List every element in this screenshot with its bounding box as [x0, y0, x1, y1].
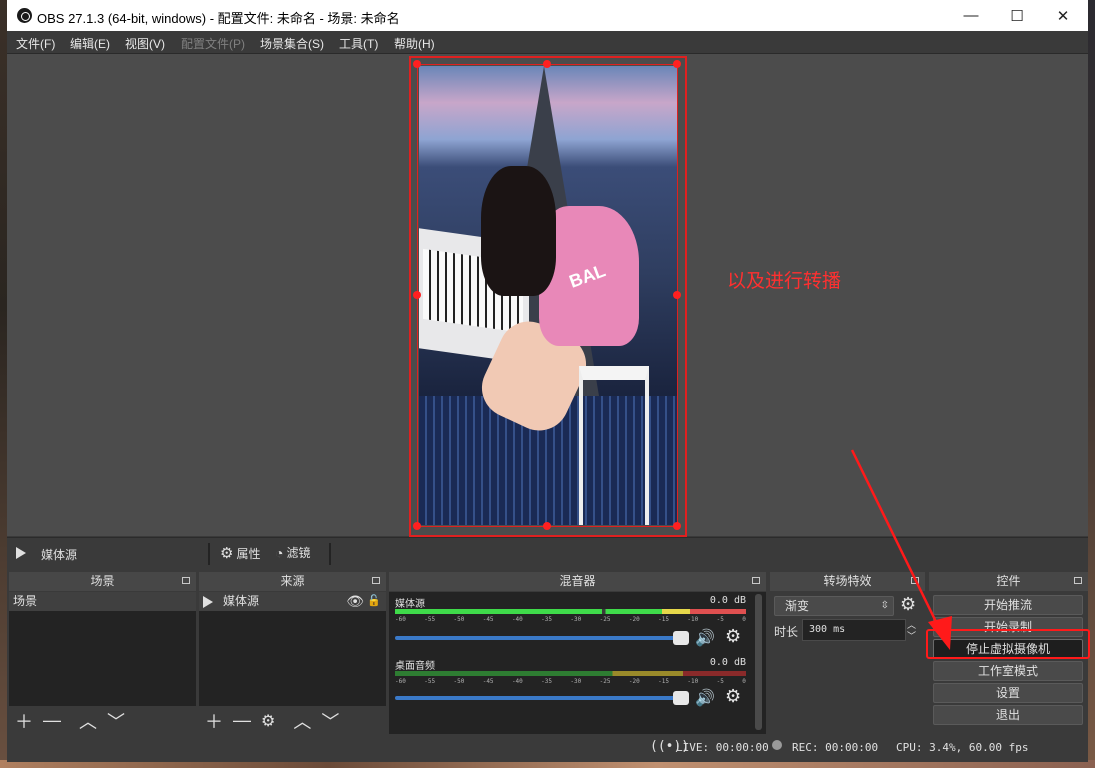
source-item[interactable]: 媒体源 👁 🔓 [199, 592, 386, 611]
duration-label: 时长 [774, 625, 799, 639]
volume-meter [395, 609, 746, 614]
obs-logo-icon [17, 8, 32, 23]
filter-icon: ◔ [275, 544, 284, 561]
undock-icon[interactable] [1074, 577, 1082, 584]
move-up-icon[interactable]: ︿ [293, 708, 311, 734]
mixer-list: 媒体源 0.0 dB -60 -55 -50 -45 -40 -35 -30 -25 -20 -1… [389, 592, 766, 734]
cpu-status: CPU: 3.4%, 60.00 fps [896, 741, 1029, 754]
lock-icon[interactable]: 🔓 [367, 592, 381, 611]
minimize-button[interactable]: — [948, 0, 994, 31]
record-dot-icon [772, 740, 782, 750]
resize-handle[interactable] [413, 60, 421, 68]
transition-selected: 渐变 [785, 599, 810, 613]
gear-icon: ⚙ [220, 545, 234, 562]
meter-ticks: -60 -55 -50 -45 -40 -35 -30 -25 -20 -15 -10 -5 0 [395, 678, 746, 685]
add-icon[interactable]: ＋ [205, 708, 223, 734]
annotation-arrow-icon [850, 449, 952, 650]
play-icon[interactable] [16, 547, 26, 559]
channel-level: 0.0 dB [709, 657, 746, 668]
remove-icon[interactable]: — [233, 710, 251, 731]
menu-tools[interactable]: 工具(T) [339, 35, 378, 52]
play-icon [203, 595, 213, 608]
close-button[interactable]: ✕ [1040, 0, 1086, 31]
window-title: OBS 27.1.3 (64-bit, windows) - 配置文件: 未命名… [37, 11, 400, 26]
resize-handle[interactable] [543, 60, 551, 68]
menu-view[interactable]: 视图(V) [125, 35, 165, 52]
resize-handle[interactable] [673, 60, 681, 68]
scenes-header: 场景 [9, 572, 196, 591]
gear-icon[interactable]: ⚙ [725, 626, 741, 647]
scenes-dock: 场景 场景 ＋ — ︿ ﹀ [9, 572, 196, 734]
mixer-title: 混音器 [559, 574, 596, 588]
undock-icon[interactable] [372, 577, 380, 584]
annotation-text: 以及进行转播 [727, 270, 842, 292]
status-bar: ((•)) LIVE: 00:00:00 REC: 00:00:00 CPU: … [7, 736, 1088, 760]
channel-name: 媒体源 [395, 599, 425, 610]
speaker-icon[interactable]: 🔊 [695, 628, 715, 648]
menu-edit[interactable]: 编辑(E) [70, 35, 110, 52]
mixer-dock: 混音器 媒体源 0.0 dB -60 -55 -50 -45 -40 -35 -30 -25-… [389, 572, 766, 734]
channel-name: 桌面音频 [395, 661, 435, 672]
speaker-icon[interactable]: 🔊 [695, 688, 715, 708]
scene-item[interactable]: 场景 [9, 592, 196, 611]
volume-slider[interactable] [395, 691, 689, 705]
add-icon[interactable]: ＋ [15, 708, 33, 734]
live-status: LIVE: 00:00:00 [676, 741, 769, 754]
toolbar-divider [329, 543, 331, 565]
move-up-icon[interactable]: ︿ [79, 708, 97, 734]
rec-status: REC: 00:00:00 [792, 741, 879, 754]
sources-footer: ＋ — ⚙ ︿ ﹀ [199, 707, 386, 734]
menu-profile[interactable]: 配置文件(P) [181, 35, 245, 52]
maximize-button[interactable]: ☐ [994, 0, 1040, 31]
volume-slider[interactable] [395, 631, 689, 645]
settings-button[interactable]: 设置 [933, 683, 1083, 703]
menu-file[interactable]: 文件(F) [16, 35, 55, 52]
menu-bar: 文件(F) 编辑(E) 视图(V) 配置文件(P) 场景集合(S) 工具(T) … [7, 31, 1088, 54]
menu-scene-collection[interactable]: 场景集合(S) [260, 35, 324, 52]
undock-icon[interactable] [182, 577, 190, 584]
studio-mode-button[interactable]: 工作室模式 [933, 661, 1083, 681]
slider-knob[interactable] [673, 691, 689, 705]
scenes-list: 场景 [9, 592, 196, 706]
mixer-header: 混音器 [389, 572, 766, 591]
exit-button[interactable]: 退出 [933, 705, 1083, 725]
resize-handle[interactable] [543, 522, 551, 530]
eye-icon[interactable]: 👁 [346, 592, 364, 611]
filters-button[interactable]: ◔ 滤镜 [275, 544, 310, 561]
resize-handle[interactable] [413, 522, 421, 530]
properties-button[interactable]: ⚙ 属性 [220, 544, 260, 562]
undock-icon[interactable] [752, 577, 760, 584]
menu-help[interactable]: 帮助(H) [394, 35, 435, 52]
volume-meter [395, 671, 746, 676]
scenes-footer: ＋ — ︿ ﹀ [9, 707, 196, 734]
mixer-channel: 媒体源 0.0 dB -60 -55 -50 -45 -40 -35 -30 -25 -20 -1… [393, 595, 748, 655]
resize-handle[interactable] [673, 522, 681, 530]
source-item-label: 媒体源 [223, 594, 260, 608]
mixer-scrollbar[interactable] [755, 594, 762, 730]
title-bar: OBS 27.1.3 (64-bit, windows) - 配置文件: 未命名… [7, 0, 1088, 31]
scenes-title: 场景 [90, 574, 115, 588]
source-selection-box[interactable] [417, 64, 678, 527]
channel-level: 0.0 dB [709, 595, 746, 606]
move-down-icon[interactable]: ﹀ [321, 708, 339, 734]
resize-handle[interactable] [413, 291, 421, 299]
selected-source-name: 媒体源 [41, 548, 78, 562]
slider-knob[interactable] [673, 631, 689, 645]
sources-title: 来源 [280, 574, 305, 588]
gear-icon[interactable]: ⚙ [261, 711, 275, 731]
gear-icon[interactable]: ⚙ [725, 686, 741, 707]
remove-icon[interactable]: — [43, 710, 61, 731]
sources-dock: 来源 媒体源 👁 🔓 ＋ — ⚙ ︿ ﹀ [199, 572, 386, 734]
toolbar-divider [208, 543, 210, 565]
properties-label: 属性 [236, 546, 261, 561]
meter-ticks: -60 -55 -50 -45 -40 -35 -30 -25 -20 -15 -10 -5 0 [395, 616, 746, 623]
sources-list: 媒体源 👁 🔓 [199, 592, 386, 706]
resize-handle[interactable] [673, 291, 681, 299]
sources-header: 来源 [199, 572, 386, 591]
filters-label: 滤镜 [286, 546, 311, 560]
controls-title: 控件 [996, 574, 1021, 588]
mixer-channel: 桌面音频 0.0 dB -60 -55 -50 -45 -40 -35 -30 -25 -20-… [393, 657, 748, 717]
move-down-icon[interactable]: ﹀ [107, 708, 125, 734]
